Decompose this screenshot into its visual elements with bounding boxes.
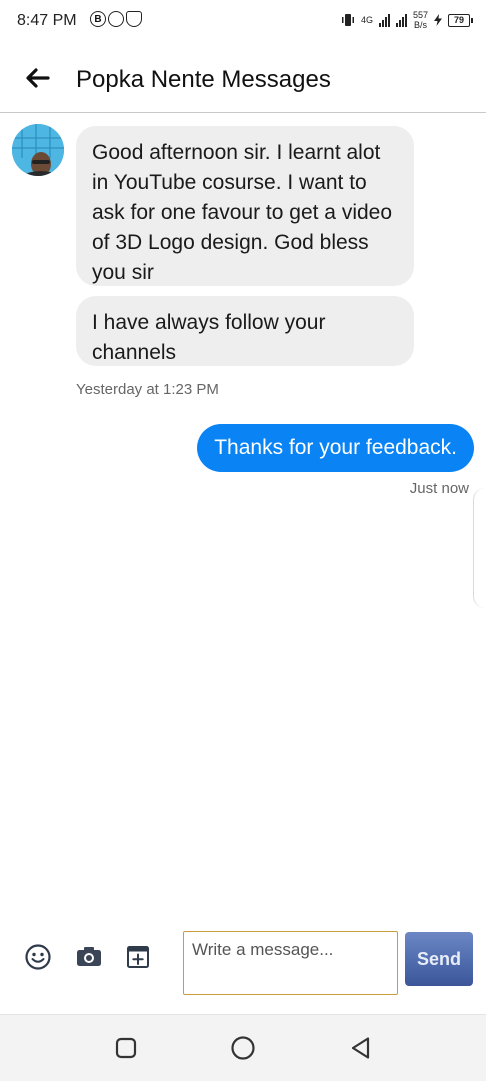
avatar-photo (12, 124, 64, 176)
message-input[interactable] (183, 931, 398, 995)
b-app-icon: B (90, 11, 106, 27)
incoming-message[interactable]: Good afternoon sir. I learnt alot in You… (76, 126, 414, 286)
status-icons-right: 4G 557 B/s 79 (341, 10, 473, 30)
shield-icon (126, 11, 142, 27)
edge-panel-handle[interactable] (473, 488, 486, 608)
whatsapp-icon (108, 11, 124, 27)
emoji-icon (25, 944, 51, 970)
network-type: 4G (360, 15, 373, 25)
page-title: Popka Nente Messages (76, 66, 331, 93)
net-speed-unit: B/s (413, 20, 427, 30)
signal-icon-2 (395, 13, 407, 27)
incoming-message[interactable]: I have always follow your channels (76, 296, 414, 366)
message-timestamp: Yesterday at 1:23 PM (76, 381, 219, 398)
message-timestamp: Just now (409, 480, 469, 497)
net-speed-value: 557 (412, 10, 428, 20)
system-back-button[interactable] (348, 1035, 374, 1061)
back-button[interactable] (22, 62, 54, 94)
triangle-back-icon (351, 1037, 370, 1059)
net-speed: 557 B/s (413, 10, 428, 30)
battery-level: 79 (453, 14, 464, 25)
battery-icon: 79 (448, 13, 473, 27)
back-arrow-icon (26, 68, 50, 88)
camera-icon (77, 947, 101, 966)
recent-apps-button[interactable] (113, 1035, 139, 1061)
vibrate-icon (341, 14, 354, 26)
chat-header: Popka Nente Messages (0, 44, 486, 113)
send-button[interactable]: Send (405, 932, 473, 986)
emoji-button[interactable] (25, 944, 51, 970)
signal-icon (378, 13, 390, 27)
outgoing-message[interactable]: Thanks for your feedback. (197, 424, 474, 472)
system-nav-bar (0, 1014, 486, 1081)
status-time: 8:47 PM (17, 12, 77, 29)
avatar[interactable] (12, 124, 64, 176)
camera-button[interactable] (76, 944, 102, 970)
circle-icon (231, 1036, 255, 1060)
home-button[interactable] (230, 1035, 256, 1061)
notification-icons: B (90, 11, 142, 27)
add-file-icon (127, 946, 149, 968)
charging-icon (434, 14, 442, 26)
status-bar: 8:47 PM B 4G 557 B/s 79 (0, 0, 486, 44)
square-icon (115, 1037, 137, 1059)
attach-button[interactable] (125, 944, 151, 970)
